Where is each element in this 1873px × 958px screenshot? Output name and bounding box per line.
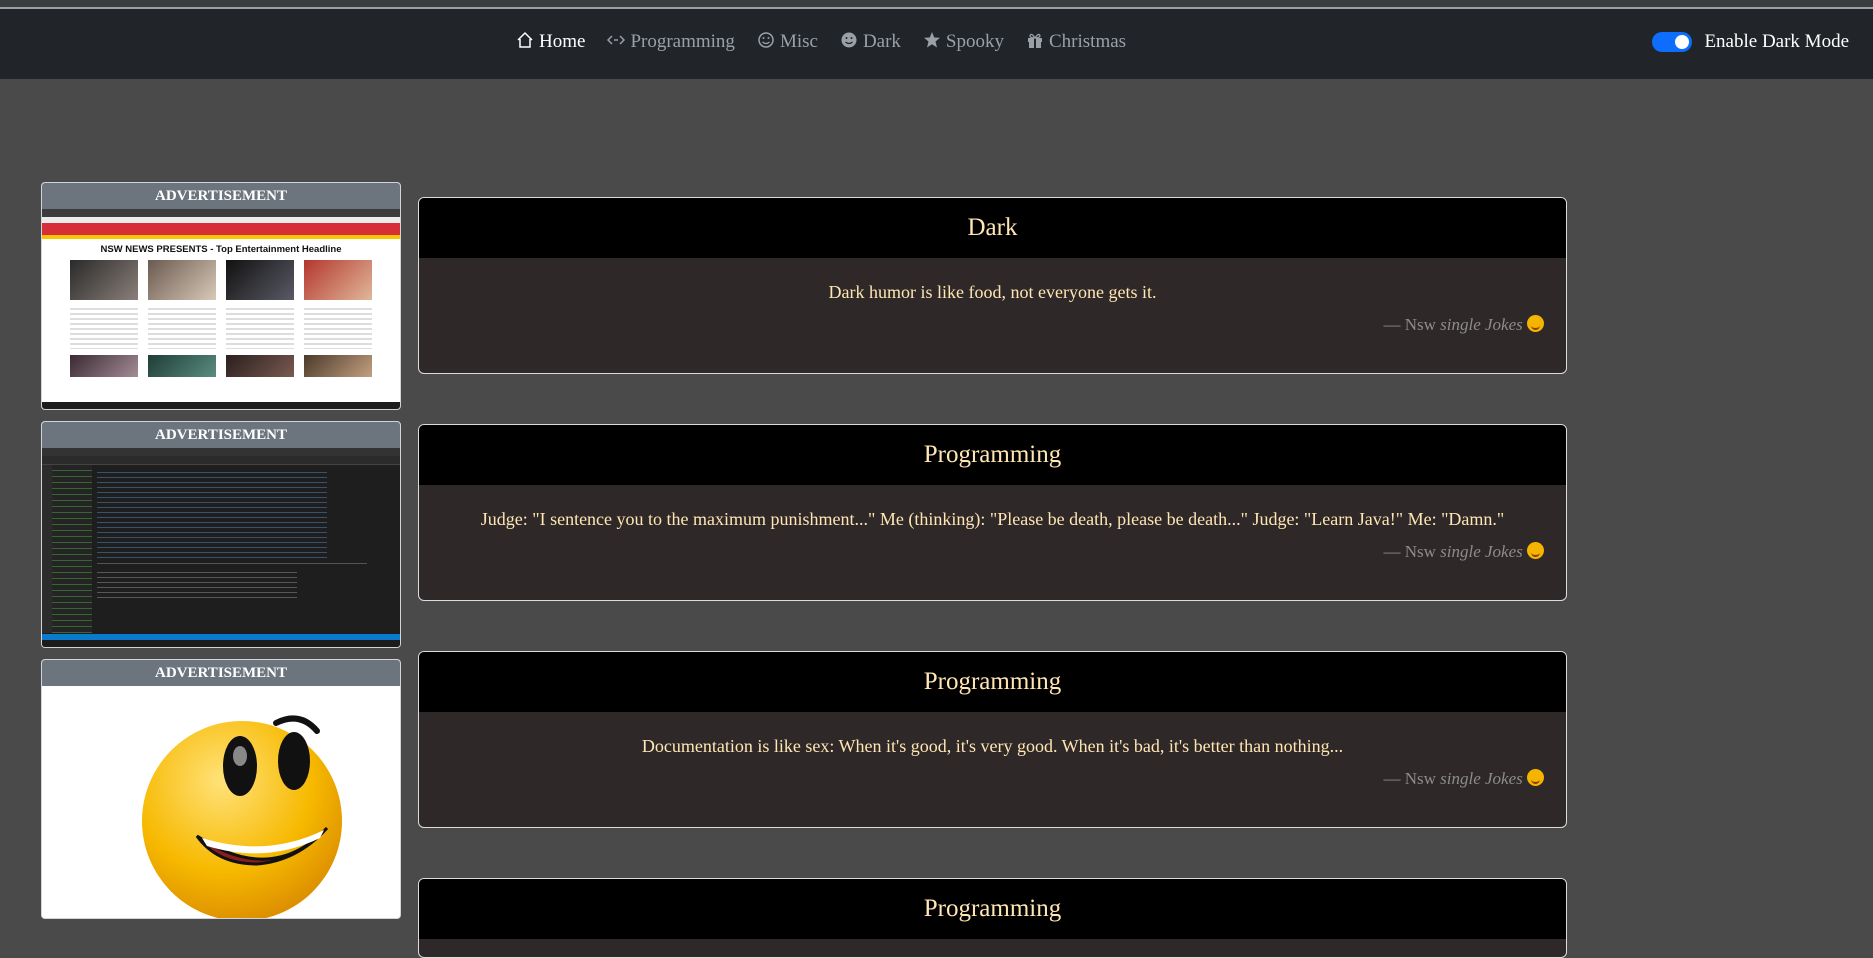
nav-item-programming[interactable]: Programming	[607, 31, 735, 53]
star-icon	[923, 31, 941, 49]
smiling-emoji-icon	[1527, 769, 1544, 786]
joke-card: Dark Dark humor is like food, not everyo…	[418, 197, 1567, 374]
dark-mode-switch[interactable]	[1652, 32, 1693, 52]
joke-card: Programming Judge: "I sentence you to th…	[418, 424, 1567, 601]
advertisement-label: ADVERTISEMENT	[42, 183, 400, 209]
browser-top-edge	[0, 0, 1873, 9]
smiley-face-icon	[142, 715, 342, 918]
dark-mode-toggle-group: Enable Dark Mode	[1652, 31, 1849, 53]
advertisement-image[interactable]	[42, 448, 400, 647]
advertisement-image[interactable]	[42, 686, 400, 918]
joke-author: — Nsw	[1383, 542, 1436, 561]
joke-attribution: — Nsw single Jokes	[439, 315, 1546, 335]
top-navbar: Home Programming Misc Dark Spooky Christ…	[0, 9, 1873, 79]
advertisement-card[interactable]: ADVERTISEMENT	[41, 659, 401, 919]
dark-mode-label: Enable Dark Mode	[1704, 31, 1849, 52]
nav-label: Misc	[779, 31, 818, 52]
nav-label: Spooky	[945, 31, 1004, 52]
joke-category: Dark	[419, 198, 1566, 258]
switch-knob	[1675, 35, 1690, 49]
joke-body: Documentation is like sex: When it's goo…	[419, 712, 1566, 789]
advertisement-label: ADVERTISEMENT	[42, 422, 400, 448]
joke-attribution: — Nsw single Jokes	[439, 542, 1546, 562]
advertisement-label: ADVERTISEMENT	[42, 660, 400, 686]
joke-source: single Jokes	[1440, 542, 1523, 561]
ad-headline: NSW NEWS PRESENTS - Top Entertainment He…	[100, 244, 342, 255]
nav-item-christmas[interactable]: Christmas	[1026, 31, 1126, 53]
joke-source: single Jokes	[1440, 769, 1523, 788]
joke-text: Documentation is like sex: When it's goo…	[641, 736, 1344, 756]
nav-label: Dark	[862, 31, 901, 52]
smile-icon	[757, 31, 775, 49]
joke-text: Judge: "I sentence you to the maximum pu…	[480, 509, 1505, 529]
gift-icon	[1026, 31, 1044, 49]
joke-text: Dark humor is like food, not everyone ge…	[828, 282, 1157, 302]
nav-label: Programming	[630, 31, 735, 52]
advertisement-card[interactable]: ADVERTISEMENT NSW NEWS PRESENTS - Top En…	[41, 182, 401, 410]
joke-category: Programming	[419, 879, 1566, 939]
home-icon	[516, 31, 534, 49]
nav-menu: Home Programming Misc Dark Spooky Christ…	[516, 31, 1148, 53]
nav-label: Home	[539, 31, 586, 52]
dark-face-icon	[840, 31, 858, 49]
joke-card: Programming Documentation is like sex: W…	[418, 651, 1567, 828]
smiling-emoji-icon	[1527, 542, 1544, 559]
joke-author: — Nsw	[1383, 315, 1436, 334]
joke-body: Dark humor is like food, not everyone ge…	[419, 258, 1566, 335]
advertisement-image[interactable]: NSW NEWS PRESENTS - Top Entertainment He…	[42, 209, 400, 409]
nav-label: Christmas	[1049, 31, 1127, 52]
joke-card: Programming	[418, 878, 1567, 958]
joke-category: Programming	[419, 652, 1566, 712]
advertisement-card[interactable]: ADVERTISEMENT	[41, 421, 401, 648]
joke-body: Judge: "I sentence you to the maximum pu…	[419, 485, 1566, 562]
joke-category: Programming	[419, 425, 1566, 485]
nav-item-dark[interactable]: Dark	[840, 31, 901, 53]
smiling-emoji-icon	[1527, 315, 1544, 332]
code-icon	[607, 31, 626, 49]
joke-source: single Jokes	[1440, 315, 1523, 334]
joke-attribution: — Nsw single Jokes	[439, 769, 1546, 789]
nav-item-misc[interactable]: Misc	[757, 31, 818, 53]
nav-item-home[interactable]: Home	[516, 31, 585, 53]
joke-author: — Nsw	[1383, 769, 1436, 788]
nav-item-spooky[interactable]: Spooky	[923, 31, 1004, 53]
